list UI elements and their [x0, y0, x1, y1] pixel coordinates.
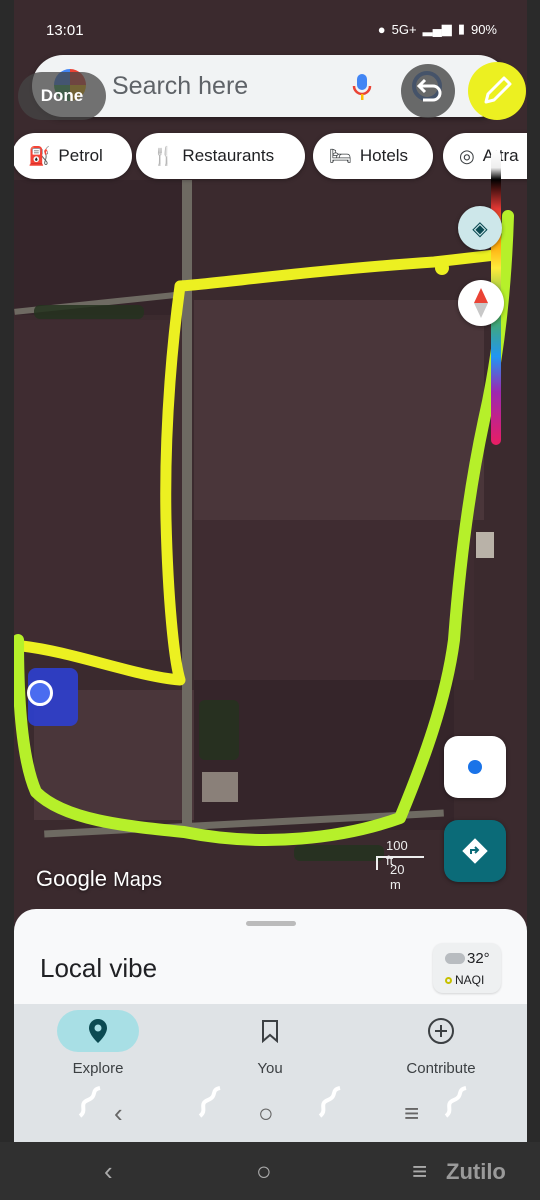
scale-meters: 20 m	[390, 862, 405, 892]
back-icon[interactable]: ‹	[114, 1098, 123, 1129]
status-icons: ● 5G+ ▂▄▆ ▮ 90%	[378, 21, 497, 37]
attraction-icon: ◎	[459, 145, 475, 166]
home-icon[interactable]: ○	[256, 1156, 272, 1187]
search-placeholder: Search here	[112, 72, 249, 100]
chip-label: Petrol	[58, 146, 103, 165]
google-maps-logo: Google Maps	[36, 866, 162, 892]
chip-label: Restaurants	[182, 146, 275, 165]
layers-button[interactable]: ◈	[458, 206, 502, 250]
microphone-icon[interactable]	[352, 73, 372, 101]
chip-attractions[interactable]: ◎ Attra	[443, 133, 527, 179]
screen: 13:01 ● 5G+ ▂▄▆ ▮ 90% Search here Done ⛽…	[14, 0, 527, 1142]
status-bar: 13:01 ● 5G+ ▂▄▆ ▮ 90%	[14, 0, 527, 52]
layers-icon: ◈	[472, 217, 488, 240]
weather-badge[interactable]: 32° NAQI	[433, 943, 501, 993]
green-outline-stroke	[14, 210, 514, 846]
yellow-stroke-dot	[435, 261, 449, 275]
nav-label: You	[257, 1060, 283, 1077]
pencil-icon	[484, 76, 512, 104]
undo-button[interactable]	[401, 64, 455, 118]
clock: 13:01	[46, 22, 84, 39]
plus-circle-icon	[428, 1018, 454, 1044]
nav-explore[interactable]: Explore	[28, 1004, 168, 1077]
logo-maps-text: Maps	[113, 869, 162, 891]
battery-percent: 90%	[470, 21, 497, 37]
logo-google-text: Google	[36, 866, 107, 891]
fuel-icon: ⛽	[28, 145, 51, 166]
chip-label: Hotels	[359, 146, 409, 165]
chip-restaurants[interactable]: 🍴 Restaurants	[136, 133, 305, 179]
squiggle-icon	[444, 1086, 467, 1118]
cloud-icon	[445, 953, 465, 964]
bottom-nav: Explore You Contribute	[14, 1004, 527, 1086]
network-label: 5G+	[391, 21, 417, 37]
home-icon[interactable]: ○	[258, 1098, 274, 1129]
signal-icon: ▂▄▆	[422, 21, 452, 36]
category-chips: ⛽ Petrol 🍴 Restaurants 🛏 Hotels ◎ Attra	[14, 133, 527, 181]
recents-icon[interactable]: ≡	[412, 1156, 427, 1187]
inner-system-nav: ‹ ○ ≡	[14, 1086, 527, 1142]
location-icon: ●	[377, 21, 386, 37]
aqi-label: NAQI	[455, 973, 485, 987]
nav-label: Contribute	[406, 1060, 476, 1077]
battery-icon: ▮	[457, 21, 465, 36]
undo-icon	[416, 78, 442, 102]
directions-button[interactable]	[444, 820, 506, 882]
compass-button[interactable]	[458, 280, 504, 326]
squiggle-icon	[318, 1086, 341, 1118]
hotel-icon: 🛏	[329, 145, 352, 166]
bottom-sheet[interactable]: Local vibe 32° NAQI Explore You Contribu…	[14, 909, 527, 1142]
nav-contribute[interactable]: Contribute	[371, 1004, 511, 1077]
device-nav-bar: ‹ ○ ≡ Zutilo	[0, 1142, 540, 1200]
sheet-title: Local vibe	[40, 953, 158, 983]
nav-label: Explore	[72, 1060, 124, 1077]
temperature: 32°	[467, 950, 490, 967]
recents-icon[interactable]: ≡	[404, 1098, 419, 1129]
restaurant-icon: 🍴	[152, 145, 175, 166]
my-location-button[interactable]	[444, 736, 506, 798]
bookmark-icon	[262, 1020, 278, 1043]
yellow-outline-stroke	[16, 248, 510, 686]
done-button[interactable]: Done	[18, 72, 106, 120]
chip-hotels[interactable]: 🛏 Hotels	[313, 133, 433, 179]
compass-icon	[474, 288, 488, 318]
squiggle-icon	[198, 1086, 221, 1118]
pin-icon	[89, 1019, 107, 1043]
pen-tool-button[interactable]	[468, 62, 526, 120]
drag-handle[interactable]	[246, 921, 296, 926]
chip-petrol[interactable]: ⛽ Petrol	[14, 133, 132, 179]
nav-you[interactable]: You	[200, 1004, 340, 1077]
squiggle-icon	[78, 1086, 101, 1118]
my-location-icon	[468, 760, 482, 774]
back-icon[interactable]: ‹	[104, 1156, 113, 1187]
aqi-dot-icon	[445, 977, 452, 984]
watermark: Zutilo	[446, 1159, 506, 1184]
directions-icon	[462, 838, 488, 864]
